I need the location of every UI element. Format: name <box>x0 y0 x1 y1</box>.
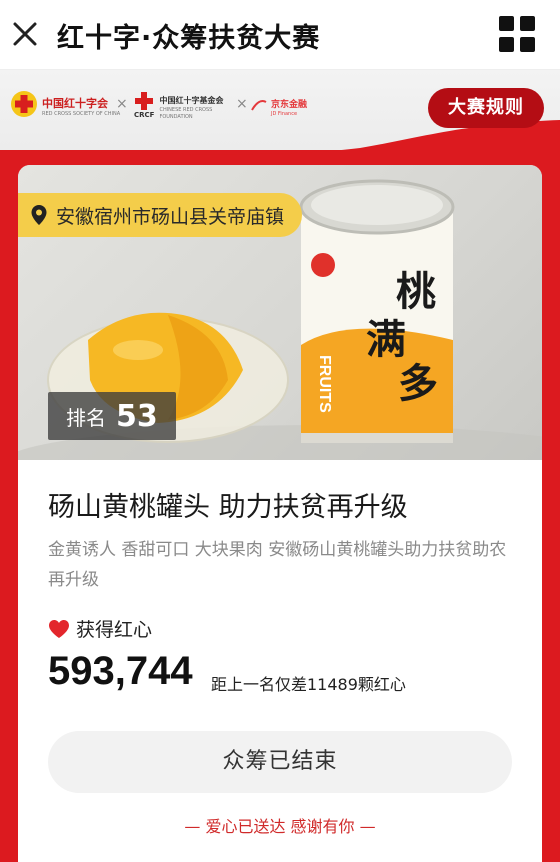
logo1-name: 中国红十字会 <box>42 96 108 110</box>
logo3-sub: JD Finance <box>271 111 298 117</box>
can-brand-char2: 满 <box>366 316 406 363</box>
project-card[interactable]: 桃 满 多 FRUITS 安徽宿州市砀山县关帝庙镇 排名 53 砀山黄桃罐头 助… <box>18 165 542 862</box>
grid-menu-icon[interactable] <box>498 15 536 53</box>
project-description: 金黄诱人 香甜可口 大块果肉 安徽砀山黄桃罐头助力扶贫助农再升级 <box>48 540 507 590</box>
thanks-message: — 爱心已送达 感谢有你 — <box>184 817 376 836</box>
location-text: 安徽宿州市砀山县关帝庙镇 <box>56 205 285 228</box>
rank-label: 排名 <box>66 405 106 430</box>
logo1-sub: RED CROSS SOCIETY OF CHINA <box>42 110 121 117</box>
red-cross-emblem-icon <box>11 91 37 117</box>
product-photo: 桃 满 多 FRUITS 安徽宿州市砀山县关帝庙镇 排名 53 <box>18 165 542 460</box>
red-cross-icon <box>135 91 154 110</box>
project-title: 砀山黄桃罐头 助力扶贫再升级 <box>48 492 408 523</box>
can-brand-char3: 多 <box>398 360 438 407</box>
logo-jd-finance: 京东金融 JD Finance <box>250 92 307 117</box>
can-label-text: FRUITS <box>316 355 333 413</box>
hearts-label: 获得红心 <box>76 619 153 641</box>
top-bar: 红十字·众筹扶贫大赛 <box>0 0 560 70</box>
hearts-count: 593,744 <box>48 649 193 693</box>
can-brand-char1: 桃 <box>396 268 436 315</box>
close-icon[interactable] <box>10 14 40 54</box>
logo2-name: 中国红十字基金会 <box>159 96 224 105</box>
heart-icon <box>49 619 69 638</box>
page-title: 红十字·众筹扶贫大赛 <box>57 23 321 54</box>
location-tag: 安徽宿州市砀山县关帝庙镇 <box>18 193 303 237</box>
hearts-received: 获得红心 <box>48 615 152 642</box>
contest-rules-button[interactable]: 大赛规则 <box>428 88 544 128</box>
sponsor-separator: × <box>236 96 248 112</box>
logo-red-cross-society: 中国红十字会 RED CROSS SOCIETY OF CHINA <box>10 90 120 118</box>
gap-to-previous: 距上一名仅差11489颗红心 <box>211 675 406 694</box>
crowdfunding-ended-button[interactable]: 众筹已结束 <box>48 731 512 793</box>
logo-red-cross-foundation: CRCF 中国红十字基金会 CHINESE RED CROSS FOUNDATI… <box>134 88 229 121</box>
logo3-name: 京东金融 <box>271 100 308 110</box>
rank-value: 53 <box>116 398 158 434</box>
location-pin-icon <box>31 205 47 225</box>
sponsor-separator: × <box>116 96 128 112</box>
rank-badge: 排名 53 <box>48 392 176 440</box>
jd-finance-icon <box>251 99 267 111</box>
